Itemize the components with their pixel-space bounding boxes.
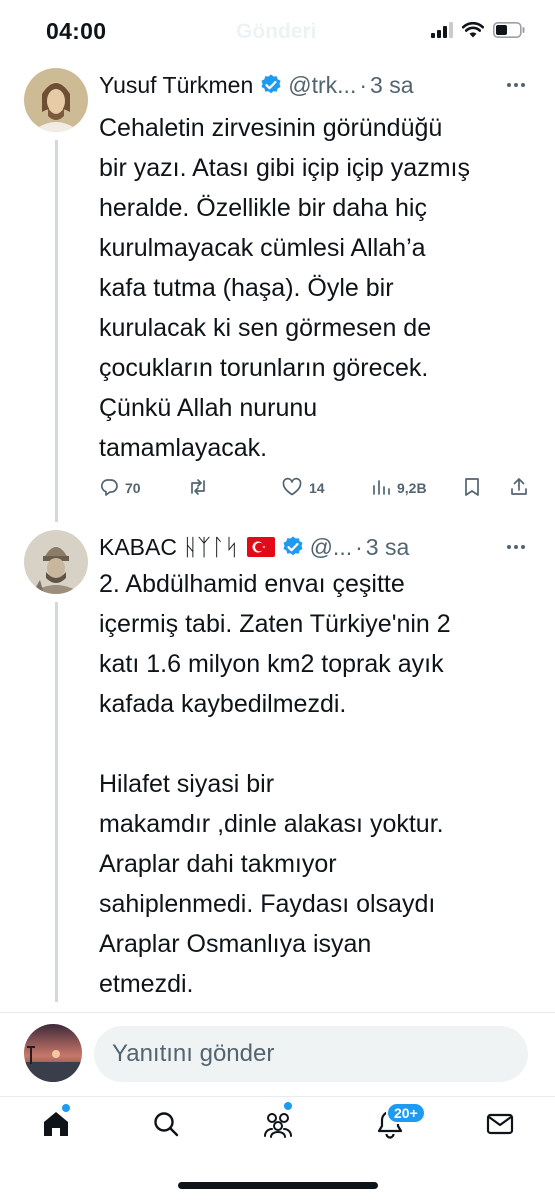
status-time: 04:00 bbox=[46, 18, 107, 44]
more-icon[interactable] bbox=[501, 530, 531, 564]
communities-icon bbox=[262, 1109, 294, 1144]
status-bar: 04:00 Gönderi bbox=[0, 0, 555, 64]
nav-home[interactable] bbox=[36, 1104, 76, 1146]
timestamp[interactable]: 3 sa bbox=[370, 72, 413, 99]
tweet-header: Yusuf Türkmen @trk... · 3 sa bbox=[99, 68, 531, 102]
header-title-faded: Gönderi bbox=[236, 20, 317, 43]
reply-icon bbox=[99, 477, 119, 500]
notifications-badge: 20+ bbox=[386, 1102, 426, 1124]
home-icon bbox=[41, 1109, 71, 1144]
timestamp[interactable]: 3 sa bbox=[366, 534, 409, 561]
reply-count: 70 bbox=[125, 480, 141, 496]
home-unread-dot bbox=[62, 1104, 70, 1112]
nav-communities[interactable] bbox=[258, 1102, 298, 1146]
user-avatar[interactable] bbox=[24, 1024, 82, 1082]
tweet-actions: 70 14 9,2B bbox=[99, 473, 531, 503]
communities-unread-dot bbox=[284, 1102, 292, 1110]
nav-messages[interactable] bbox=[480, 1106, 520, 1146]
views-icon bbox=[371, 477, 391, 500]
turkey-flag-icon bbox=[246, 537, 275, 557]
divider bbox=[0, 1096, 555, 1097]
more-icon[interactable] bbox=[501, 68, 531, 102]
separator-dot: · bbox=[355, 533, 363, 560]
mail-icon bbox=[486, 1112, 514, 1141]
signal-icon bbox=[431, 22, 453, 43]
share-icon bbox=[509, 477, 529, 500]
search-icon bbox=[152, 1110, 180, 1143]
bookmark-button[interactable] bbox=[463, 473, 481, 503]
views-count: 9,2B bbox=[397, 480, 427, 496]
avatar[interactable] bbox=[24, 68, 88, 132]
reply-input[interactable]: Yanıtını gönder bbox=[94, 1026, 528, 1082]
verified-badge-icon bbox=[281, 535, 305, 559]
tweet-header: KABAC ᚺᛉᛚᛋ @... · 3 sa bbox=[99, 530, 531, 564]
verified-badge-icon bbox=[259, 73, 283, 97]
like-count: 14 bbox=[309, 480, 325, 496]
separator-dot: · bbox=[359, 71, 368, 98]
bottom-nav: 20+ bbox=[0, 1098, 555, 1158]
handle[interactable]: @trk... bbox=[288, 72, 356, 99]
thread-line bbox=[55, 140, 58, 522]
display-name[interactable]: KABAC ᚺᛉᛚᛋ bbox=[99, 534, 239, 561]
home-indicator bbox=[178, 1182, 378, 1189]
reply-button[interactable]: 70 bbox=[99, 473, 141, 503]
tweet-text: 2. Abdülhamid envaı çeşitte içermiş tabi… bbox=[99, 570, 451, 998]
tweet-text: Cehaletin zirvesinin göründüğü bir yazı.… bbox=[99, 114, 470, 462]
like-button[interactable]: 14 bbox=[281, 473, 325, 503]
display-name[interactable]: Yusuf Türkmen bbox=[99, 72, 253, 99]
bookmark-icon bbox=[463, 477, 481, 500]
share-button[interactable] bbox=[509, 473, 529, 503]
repost-button[interactable] bbox=[187, 473, 215, 503]
like-icon bbox=[281, 477, 303, 500]
battery-icon bbox=[493, 22, 525, 43]
avatar[interactable] bbox=[24, 530, 88, 594]
handle[interactable]: @... bbox=[310, 534, 353, 561]
thread-line bbox=[55, 602, 58, 1002]
status-icons bbox=[431, 21, 525, 43]
wifi-icon bbox=[461, 21, 485, 43]
repost-icon bbox=[187, 477, 209, 500]
divider bbox=[0, 1012, 555, 1013]
views-button[interactable]: 9,2B bbox=[371, 473, 427, 503]
nav-search[interactable] bbox=[146, 1106, 186, 1146]
